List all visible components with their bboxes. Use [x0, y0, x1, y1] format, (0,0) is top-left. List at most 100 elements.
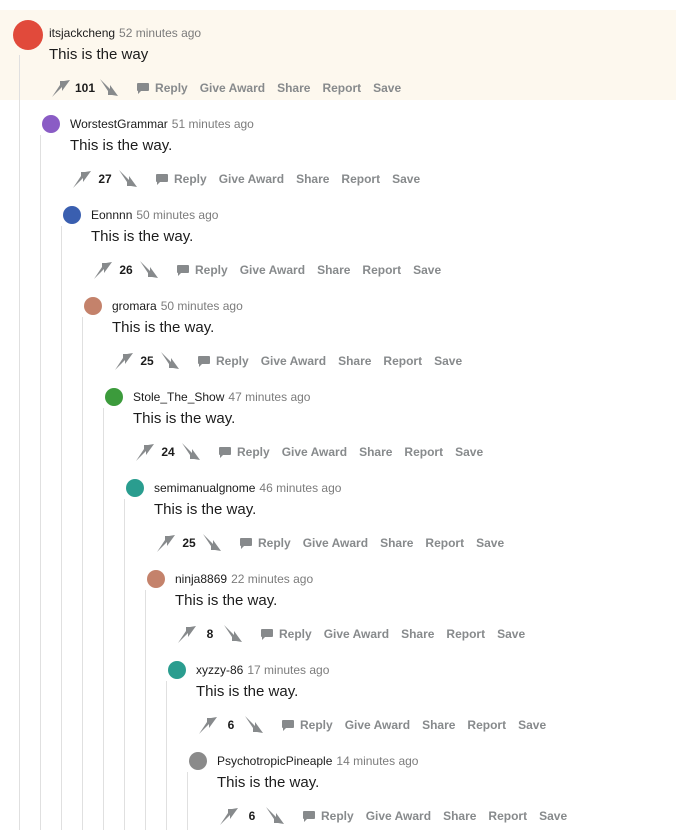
share-button[interactable]: Share: [338, 354, 371, 368]
comment-meta: ninja8869 22 minutes ago: [175, 572, 313, 586]
timestamp[interactable]: 51 minutes ago: [172, 117, 254, 131]
reply-button[interactable]: Reply: [282, 718, 333, 732]
avatar[interactable]: [168, 661, 186, 679]
save-button[interactable]: Save: [413, 263, 441, 277]
save-button[interactable]: Save: [497, 627, 525, 641]
report-button[interactable]: Report: [341, 172, 380, 186]
downvote-icon[interactable]: [116, 167, 140, 191]
downvote-icon[interactable]: [242, 713, 266, 737]
timestamp[interactable]: 52 minutes ago: [119, 26, 201, 40]
avatar[interactable]: [84, 297, 102, 315]
downvote-icon[interactable]: [200, 531, 224, 555]
avatar[interactable]: [105, 388, 123, 406]
share-button[interactable]: Share: [317, 263, 350, 277]
username-link[interactable]: itsjackcheng: [49, 26, 115, 40]
share-button[interactable]: Share: [359, 445, 392, 459]
thread-line[interactable]: [145, 590, 146, 830]
downvote-icon[interactable]: [97, 76, 121, 100]
upvote-icon[interactable]: [112, 349, 136, 373]
share-button[interactable]: Share: [277, 81, 310, 95]
report-button[interactable]: Report: [446, 627, 485, 641]
timestamp[interactable]: 47 minutes ago: [228, 390, 310, 404]
reply-button[interactable]: Reply: [156, 172, 207, 186]
upvote-icon[interactable]: [196, 713, 220, 737]
give-award-button[interactable]: Give Award: [345, 718, 410, 732]
report-button[interactable]: Report: [383, 354, 422, 368]
reply-button[interactable]: Reply: [198, 354, 249, 368]
give-award-button[interactable]: Give Award: [366, 809, 431, 823]
save-button[interactable]: Save: [373, 81, 401, 95]
share-button[interactable]: Share: [380, 536, 413, 550]
timestamp[interactable]: 50 minutes ago: [161, 299, 243, 313]
downvote-icon[interactable]: [263, 804, 287, 828]
downvote-icon[interactable]: [137, 258, 161, 282]
avatar[interactable]: [13, 20, 43, 50]
thread-line[interactable]: [187, 772, 188, 830]
downvote-icon[interactable]: [221, 622, 245, 646]
username-link[interactable]: xyzzy-86: [196, 663, 243, 677]
save-button[interactable]: Save: [455, 445, 483, 459]
timestamp[interactable]: 46 minutes ago: [259, 481, 341, 495]
save-button[interactable]: Save: [518, 718, 546, 732]
username-link[interactable]: Eonnnn: [91, 208, 132, 222]
timestamp[interactable]: 22 minutes ago: [231, 572, 313, 586]
give-award-button[interactable]: Give Award: [324, 627, 389, 641]
username-link[interactable]: ninja8869: [175, 572, 227, 586]
downvote-icon[interactable]: [158, 349, 182, 373]
username-link[interactable]: gromara: [112, 299, 157, 313]
upvote-icon[interactable]: [133, 440, 157, 464]
username-link[interactable]: PsychotropicPineaple: [217, 754, 332, 768]
timestamp[interactable]: 14 minutes ago: [336, 754, 418, 768]
reply-button[interactable]: Reply: [303, 809, 354, 823]
report-button[interactable]: Report: [467, 718, 506, 732]
downvote-icon[interactable]: [179, 440, 203, 464]
thread-line[interactable]: [40, 135, 41, 830]
thread-line[interactable]: [82, 317, 83, 830]
give-award-button[interactable]: Give Award: [219, 172, 284, 186]
report-button[interactable]: Report: [488, 809, 527, 823]
avatar[interactable]: [126, 479, 144, 497]
reply-button[interactable]: Reply: [219, 445, 270, 459]
upvote-icon[interactable]: [70, 167, 94, 191]
avatar[interactable]: [63, 206, 81, 224]
upvote-icon[interactable]: [154, 531, 178, 555]
reply-button[interactable]: Reply: [240, 536, 291, 550]
thread-line[interactable]: [61, 226, 62, 830]
username-link[interactable]: WorstestGrammar: [70, 117, 168, 131]
thread-line[interactable]: [19, 55, 20, 830]
give-award-button[interactable]: Give Award: [200, 81, 265, 95]
share-button[interactable]: Share: [443, 809, 476, 823]
give-award-button[interactable]: Give Award: [303, 536, 368, 550]
username-link[interactable]: Stole_The_Show: [133, 390, 224, 404]
thread-line[interactable]: [166, 681, 167, 830]
avatar[interactable]: [147, 570, 165, 588]
give-award-button[interactable]: Give Award: [261, 354, 326, 368]
avatar[interactable]: [189, 752, 207, 770]
upvote-icon[interactable]: [49, 76, 73, 100]
username-link[interactable]: semimanualgnome: [154, 481, 255, 495]
upvote-icon[interactable]: [91, 258, 115, 282]
share-button[interactable]: Share: [296, 172, 329, 186]
report-button[interactable]: Report: [362, 263, 401, 277]
timestamp[interactable]: 17 minutes ago: [247, 663, 329, 677]
avatar[interactable]: [42, 115, 60, 133]
reply-button[interactable]: Reply: [177, 263, 228, 277]
upvote-icon[interactable]: [175, 622, 199, 646]
save-button[interactable]: Save: [392, 172, 420, 186]
reply-button[interactable]: Reply: [137, 81, 188, 95]
share-button[interactable]: Share: [422, 718, 455, 732]
timestamp[interactable]: 50 minutes ago: [136, 208, 218, 222]
save-button[interactable]: Save: [476, 536, 504, 550]
report-button[interactable]: Report: [322, 81, 361, 95]
thread-line[interactable]: [103, 408, 104, 830]
report-button[interactable]: Report: [404, 445, 443, 459]
give-award-button[interactable]: Give Award: [282, 445, 347, 459]
thread-line[interactable]: [124, 499, 125, 830]
save-button[interactable]: Save: [434, 354, 462, 368]
report-button[interactable]: Report: [425, 536, 464, 550]
save-button[interactable]: Save: [539, 809, 567, 823]
share-button[interactable]: Share: [401, 627, 434, 641]
reply-button[interactable]: Reply: [261, 627, 312, 641]
give-award-button[interactable]: Give Award: [240, 263, 305, 277]
upvote-icon[interactable]: [217, 804, 241, 828]
